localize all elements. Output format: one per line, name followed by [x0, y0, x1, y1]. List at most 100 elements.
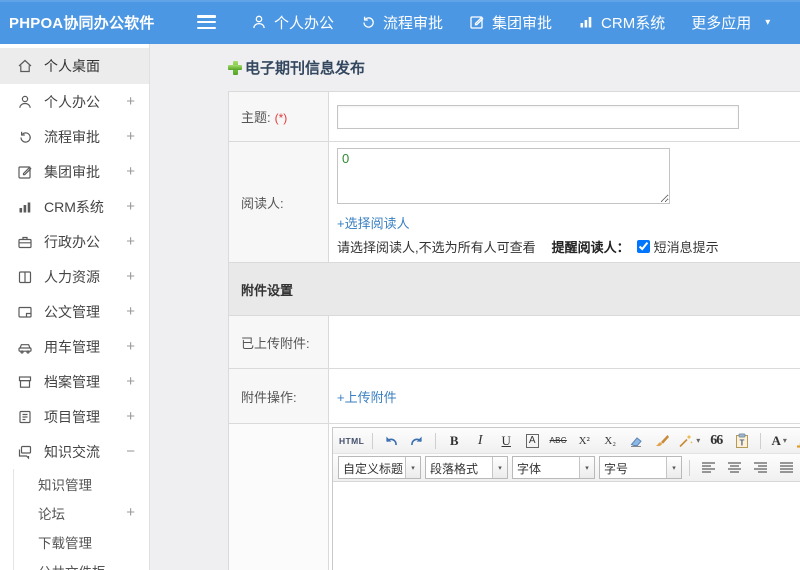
upload-attachment-link[interactable]: +上传附件: [337, 390, 397, 405]
expand-toggle[interactable]: +: [126, 504, 135, 521]
html-source-button[interactable]: HTML: [337, 430, 366, 451]
edit-icon: [469, 14, 485, 30]
sidebar-item-label: 行政办公: [44, 233, 100, 250]
sidebar-item-label: 流程审批: [44, 128, 100, 145]
chat-icon: [17, 444, 34, 460]
bold-button[interactable]: B: [442, 430, 466, 451]
custom-title-select[interactable]: 自定义标题 ▾: [338, 456, 421, 479]
sidebar-submenu-knowledge: 知识管理 论坛 + 下载管理 公共文件柜: [13, 469, 149, 570]
person-icon: [251, 14, 267, 30]
caret-down-icon[interactable]: ▾: [492, 457, 507, 478]
sidebar-item-personal-office[interactable]: 个人办公 +: [0, 84, 149, 119]
sidebar-item-admin-office[interactable]: 行政办公 +: [0, 224, 149, 259]
strikethrough-button[interactable]: ABC: [546, 430, 570, 451]
sidebar-item-archives[interactable]: 档案管理 +: [0, 364, 149, 399]
caret-down-icon: ▾: [696, 436, 701, 445]
attachment-section-header: 附件设置: [228, 262, 800, 316]
nav-more-apps[interactable]: 更多应用 ▾: [691, 12, 770, 33]
subject-input[interactable]: [337, 104, 739, 129]
nav-group-approval[interactable]: 集团审批: [469, 12, 552, 33]
align-center-icon[interactable]: [722, 457, 746, 478]
book-icon: [17, 269, 34, 285]
undo-icon[interactable]: [379, 430, 403, 451]
sidebar-item-crm[interactable]: CRM系统 +: [0, 189, 149, 224]
italic-button[interactable]: I: [468, 430, 492, 451]
expand-toggle[interactable]: +: [126, 268, 135, 285]
hamburger-menu-icon[interactable]: [197, 15, 216, 29]
font-family-select[interactable]: 字体 ▾: [512, 456, 595, 479]
readers-row: 阅读人: 0 +选择阅读人 请选择阅读人,不选为所有人可查看 提醒阅读人： 短消…: [228, 141, 800, 263]
font-size-select[interactable]: 字号 ▾: [599, 456, 682, 479]
caret-down-icon[interactable]: ▾: [579, 457, 594, 478]
sidebar-subitem-public-cabinet[interactable]: 公共文件柜: [14, 556, 149, 570]
superscript-button[interactable]: X²: [572, 430, 596, 451]
expand-toggle[interactable]: +: [126, 93, 135, 110]
caret-down-icon[interactable]: ▾: [405, 457, 420, 478]
sidebar-subitem-knowledge-mgmt[interactable]: 知识管理: [14, 469, 149, 498]
sidebar-item-knowledge-exchange[interactable]: 知识交流 −: [0, 434, 149, 469]
expand-toggle[interactable]: +: [126, 128, 135, 145]
nav-crm-system[interactable]: CRM系统: [578, 12, 665, 33]
underline-button[interactable]: U: [494, 430, 518, 451]
sidebar-subitem-download-mgmt[interactable]: 下载管理: [14, 527, 149, 556]
actions-label-cell: 附件操作:: [228, 368, 329, 424]
format-eraser-icon[interactable]: [624, 430, 648, 451]
font-color-button[interactable]: A ▾: [767, 430, 791, 451]
svg-text:T: T: [740, 438, 745, 447]
expand-toggle[interactable]: +: [126, 408, 135, 425]
expand-toggle[interactable]: +: [126, 303, 135, 320]
collapse-toggle[interactable]: −: [126, 443, 135, 460]
redo-icon[interactable]: [405, 430, 429, 451]
select-readers-link[interactable]: +选择阅读人: [337, 213, 410, 232]
blockquote-button[interactable]: 66: [704, 430, 728, 451]
align-right-icon[interactable]: [748, 457, 772, 478]
readers-hint: 请选择阅读人,不选为所有人可查看: [337, 240, 536, 255]
align-left-icon[interactable]: [696, 457, 720, 478]
caret-down-icon[interactable]: ▾: [765, 17, 770, 28]
sidebar-item-group-approval[interactable]: 集团审批 +: [0, 154, 149, 189]
sidebar-subitem-forum[interactable]: 论坛 +: [14, 498, 149, 527]
editor-content[interactable]: [333, 481, 800, 570]
publish-form: 主题: (*) 阅读人: 0 +选择阅读人 请选择阅读人,不选为所有人可查看 提醒…: [228, 91, 800, 570]
readers-label: 阅读人:: [241, 195, 284, 211]
auto-typeset-icon[interactable]: ▾: [676, 430, 702, 451]
sms-notify-checkbox[interactable]: [636, 240, 650, 253]
notebook-icon: [17, 409, 34, 425]
expand-toggle[interactable]: +: [126, 338, 135, 355]
toolbar-separator: [372, 432, 374, 449]
highlight-pen-icon[interactable]: ▾: [793, 430, 800, 451]
nav-label: 更多应用: [691, 14, 752, 32]
page-title-block: 电子期刊信息发布: [228, 57, 800, 78]
subject-field-cell: [328, 91, 800, 142]
sidebar-item-label: 用车管理: [44, 338, 100, 355]
person-icon: [17, 94, 34, 110]
caret-down-icon[interactable]: ▾: [666, 457, 681, 478]
expand-toggle[interactable]: +: [126, 198, 135, 215]
expand-toggle[interactable]: +: [126, 233, 135, 250]
paint-brush-icon[interactable]: [650, 430, 674, 451]
align-justify-icon[interactable]: [774, 457, 798, 478]
sidebar-item-workflow-approval[interactable]: 流程审批 +: [0, 119, 149, 154]
archive-icon: [17, 374, 34, 390]
nav-personal-office[interactable]: 个人办公: [251, 12, 334, 33]
sidebar-item-official-documents[interactable]: 公文管理 +: [0, 294, 149, 329]
subscript-button[interactable]: X₂: [598, 430, 622, 451]
sidebar-item-project[interactable]: 项目管理 +: [0, 399, 149, 434]
sidebar-item-hr[interactable]: 人力资源 +: [0, 259, 149, 294]
readers-textarea[interactable]: 0: [337, 148, 670, 204]
nav-workflow-approval[interactable]: 流程审批: [360, 12, 443, 33]
paste-word-icon[interactable]: T: [730, 430, 754, 451]
top-nav: 个人办公 流程审批 集团审批 CRM系统 更多应用 ▾: [238, 12, 783, 33]
sidebar-item-personal-desktop[interactable]: 个人桌面: [0, 48, 149, 84]
sidebar-item-label: 个人办公: [44, 93, 100, 110]
bar-chart-icon: [17, 199, 34, 215]
subject-label-cell: 主题: (*): [228, 91, 329, 142]
nav-label: CRM系统: [601, 14, 666, 32]
uploaded-label-cell: 已上传附件:: [228, 315, 329, 369]
text-style-button[interactable]: A: [520, 430, 544, 451]
expand-toggle[interactable]: +: [126, 373, 135, 390]
paragraph-format-select[interactable]: 段落格式 ▾: [425, 456, 508, 479]
expand-toggle[interactable]: +: [126, 163, 135, 180]
sidebar-item-vehicle[interactable]: 用车管理 +: [0, 329, 149, 364]
content-row: 内容:(*) HTML B: [228, 423, 800, 570]
